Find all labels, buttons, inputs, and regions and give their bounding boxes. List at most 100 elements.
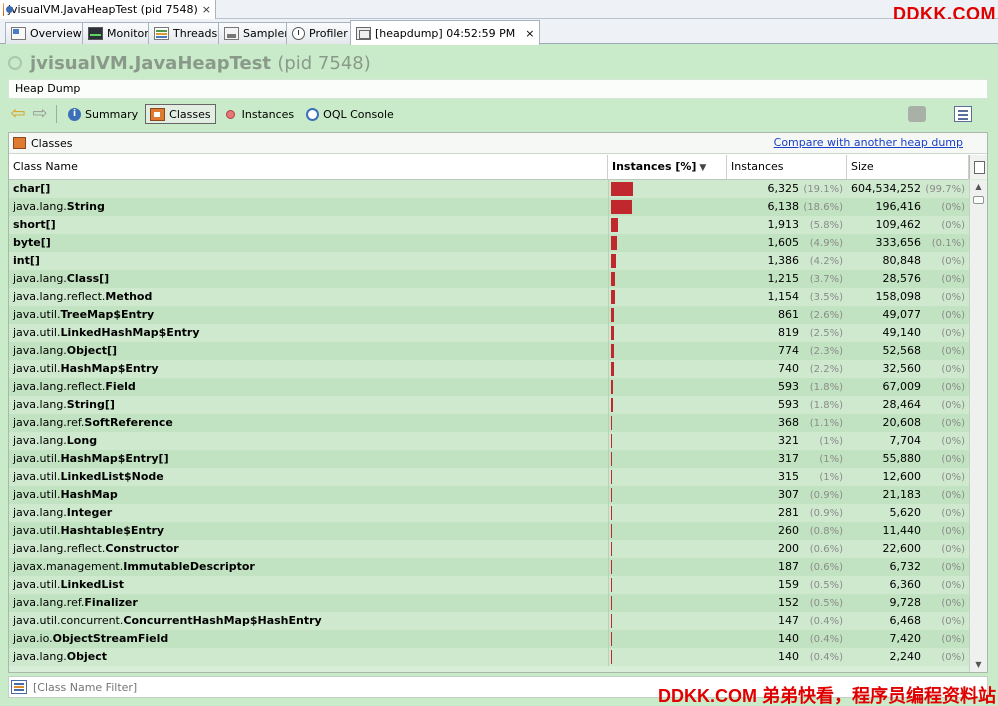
table-row[interactable]: java.lang.Long 321 (1%) 7,704 (0%) <box>9 432 969 450</box>
table-row[interactable]: java.util.LinkedHashMap$Entry 819 (2.5%) 49… <box>9 324 969 342</box>
table-row[interactable]: java.lang.Object[] 774 (2.3%) 52,568 (0%) <box>9 342 969 360</box>
instances-percent-bar <box>611 236 617 250</box>
size-cell: 6,732 (0%) <box>847 558 969 576</box>
instances-value: 147 <box>778 614 799 627</box>
table-row[interactable]: java.util.HashMap$Entry[] 317 (1%) 55,880 (0… <box>9 450 969 468</box>
tab-monitor[interactable]: Monitor <box>82 22 155 44</box>
size-value: 12,600 <box>882 470 922 483</box>
size-value: 333,656 <box>875 236 922 249</box>
back-arrow-icon[interactable]: ⇦ <box>8 105 28 123</box>
instances-cell: 1,215 (3.7%) <box>727 270 847 288</box>
instances-value: 861 <box>778 308 799 321</box>
class-name: Method <box>105 290 153 303</box>
instances-button[interactable]: Instances <box>218 104 300 124</box>
tab-profiler[interactable]: Profiler <box>286 22 354 44</box>
column-header-class-name[interactable]: Class Name <box>9 155 608 179</box>
classes-button[interactable]: Classes <box>145 104 216 124</box>
settings-list-icon[interactable] <box>954 106 972 122</box>
tab-heapdump[interactable]: [heapdump] 04:52:59 PM × <box>350 20 541 45</box>
tab-sampler[interactable]: Sampler <box>218 22 295 44</box>
size-percent: (0%) <box>941 652 965 663</box>
size-percent: (0%) <box>941 328 965 339</box>
table-row[interactable]: java.util.Hashtable$Entry 260 (0.8%) 11,440… <box>9 522 969 540</box>
scroll-up-icon[interactable]: ▲ <box>970 180 987 194</box>
size-percent: (0%) <box>941 634 965 645</box>
monitor-icon <box>88 27 103 40</box>
size-percent: (0%) <box>941 346 965 357</box>
column-header-instances-pct[interactable]: Instances [%] ▼ <box>608 155 727 179</box>
compare-heap-dump-link[interactable]: Compare with another heap dump <box>774 136 963 149</box>
scroll-down-icon[interactable]: ▼ <box>970 658 987 672</box>
class-name-cell: java.lang.String[] <box>9 396 608 414</box>
document-tab[interactable]: jvisualVM.JavaHeapTest (pid 7548) × <box>0 0 216 19</box>
tab-threads[interactable]: Threads <box>148 22 224 44</box>
class-name-cell: short[] <box>9 216 608 234</box>
table-row[interactable]: java.util.HashMap 307 (0.9%) 21,183 (0%) <box>9 486 969 504</box>
class-name-filter-input[interactable] <box>33 680 333 694</box>
instances-cell: 1,605 (4.9%) <box>727 234 847 252</box>
size-value: 32,560 <box>882 362 922 375</box>
close-icon[interactable]: × <box>202 3 211 16</box>
status-circle-icon <box>8 56 22 70</box>
close-icon[interactable]: × <box>525 27 534 40</box>
filter-icon[interactable] <box>11 680 27 694</box>
class-name-cell: java.util.HashMap$Entry[] <box>9 450 608 468</box>
table-row[interactable]: java.io.ObjectStreamField 140 (0.4%) 7,420 (… <box>9 630 969 648</box>
size-percent: (0%) <box>941 580 965 591</box>
size-percent: (0%) <box>941 616 965 627</box>
table-row[interactable]: java.lang.reflect.Field 593 (1.8%) 67,009 (0… <box>9 378 969 396</box>
instances-percent: (2.5%) <box>809 328 843 339</box>
table-row[interactable]: int[] 1,386 (4.2%) 80,848 (0%) <box>9 252 969 270</box>
document-tab-title: jvisualVM.JavaHeapTest (pid 7548) <box>7 3 198 16</box>
table-row[interactable]: java.lang.ref.SoftReference 368 (1.1%) 20,6… <box>9 414 969 432</box>
table-row[interactable]: char[] 6,325 (19.1%) 604,534,252 (99.7%) <box>9 180 969 198</box>
instances-percent: (2.6%) <box>809 310 843 321</box>
column-chooser-icon[interactable] <box>969 155 987 179</box>
size-value: 22,600 <box>882 542 922 555</box>
scrollbar-thumb[interactable] <box>973 196 984 204</box>
table-row[interactable]: javax.management.ImmutableDescriptor 187 (… <box>9 558 969 576</box>
size-percent: (0%) <box>941 472 965 483</box>
table-row[interactable]: byte[] 1,605 (4.9%) 333,656 (0.1%) <box>9 234 969 252</box>
instances-percent: (2.3%) <box>809 346 843 357</box>
size-percent: (0%) <box>941 598 965 609</box>
summary-button[interactable]: i Summary <box>63 104 143 124</box>
overview-icon <box>11 27 26 40</box>
sampler-icon <box>224 27 239 40</box>
table-row[interactable]: java.lang.Class[] 1,215 (3.7%) 28,576 (0%) <box>9 270 969 288</box>
table-row[interactable]: short[] 1,913 (5.8%) 109,462 (0%) <box>9 216 969 234</box>
class-name: byte[] <box>13 236 51 249</box>
table-row[interactable]: java.util.HashMap$Entry 740 (2.2%) 32,560 (0… <box>9 360 969 378</box>
instances-percent-bar <box>611 200 633 214</box>
package-name: java.util. <box>13 362 61 375</box>
table-row[interactable]: java.lang.Object 140 (0.4%) 2,240 (0%) <box>9 648 969 666</box>
package-name: java.util. <box>13 524 61 537</box>
table-row[interactable]: java.lang.reflect.Method 1,154 (3.5%) 158,0… <box>9 288 969 306</box>
instances-cell: 6,325 (19.1%) <box>727 180 847 198</box>
vertical-scrollbar[interactable]: ▲ ▼ <box>969 180 987 672</box>
size-percent: (0%) <box>941 436 965 447</box>
table-row[interactable]: java.util.TreeMap$Entry 861 (2.6%) 49,077 (0… <box>9 306 969 324</box>
forward-arrow-icon[interactable]: ⇨ <box>30 105 50 123</box>
tab-overview[interactable]: Overview <box>5 22 88 44</box>
column-header-instances[interactable]: Instances <box>727 155 847 179</box>
table-row[interactable]: java.lang.String 6,138 (18.6%) 196,416 (0%) <box>9 198 969 216</box>
class-name: TreeMap$Entry <box>60 308 155 321</box>
table-row[interactable]: java.lang.String[] 593 (1.8%) 28,464 (0%) <box>9 396 969 414</box>
save-heap-icon[interactable] <box>908 106 926 122</box>
table-row[interactable]: java.lang.reflect.Constructor 200 (0.6%) 22… <box>9 540 969 558</box>
table-row[interactable]: java.util.LinkedList 159 (0.5%) 6,360 (0%) <box>9 576 969 594</box>
class-name-cell: java.util.concurrent.ConcurrentHashMap$H… <box>9 612 608 630</box>
table-row[interactable]: java.lang.ref.Finalizer 152 (0.5%) 9,728 (0%… <box>9 594 969 612</box>
table-row[interactable]: java.util.LinkedList$Node 315 (1%) 12,600 (0… <box>9 468 969 486</box>
table-row[interactable]: java.util.concurrent.ConcurrentHashMap$H… <box>9 612 969 630</box>
oql-console-button[interactable]: OQL Console <box>301 104 399 124</box>
size-value: 52,568 <box>882 344 922 357</box>
class-name: Field <box>105 380 136 393</box>
size-percent: (0%) <box>941 292 965 303</box>
size-percent: (0%) <box>941 364 965 375</box>
column-header-size[interactable]: Size <box>847 155 969 179</box>
section-title: Heap Dump <box>8 79 988 99</box>
table-row[interactable]: java.lang.Integer 281 (0.9%) 5,620 (0%) <box>9 504 969 522</box>
instances-percent-cell <box>608 504 727 522</box>
